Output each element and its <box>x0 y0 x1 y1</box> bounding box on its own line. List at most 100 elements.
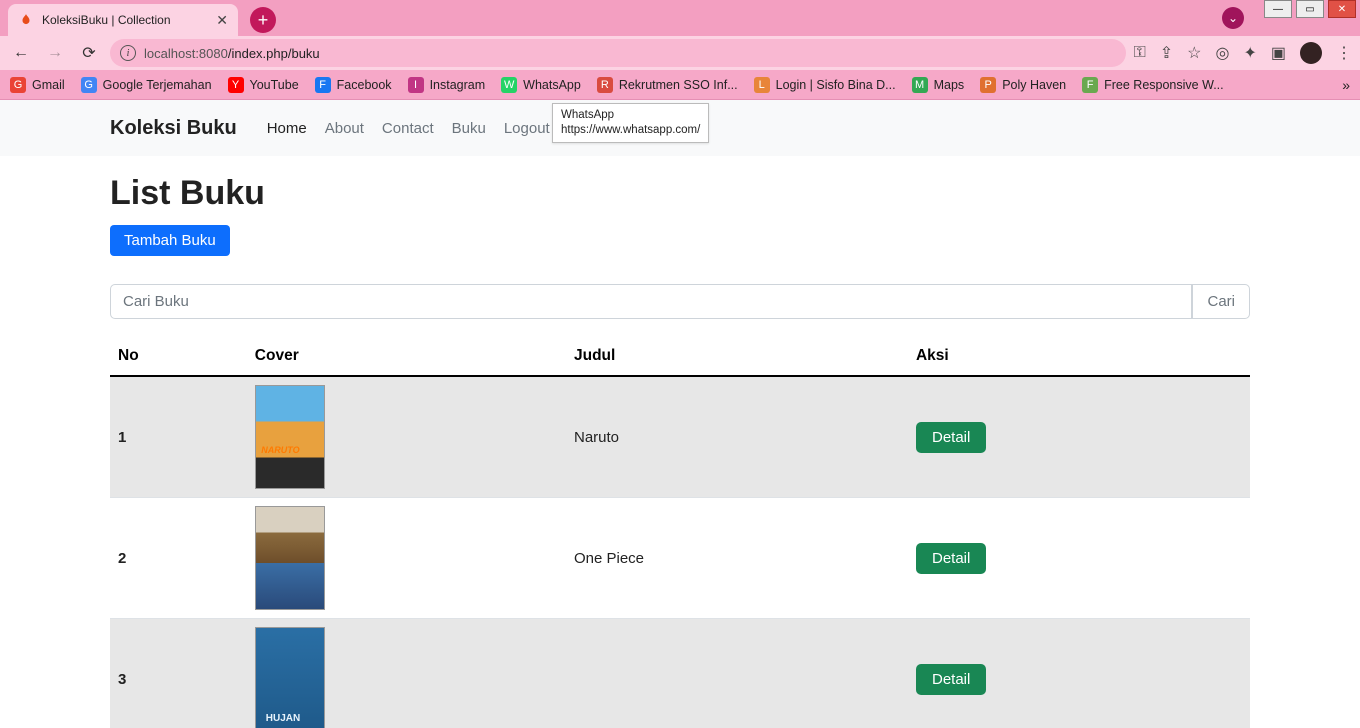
table-row: 1 Naruto Detail <box>110 376 1250 498</box>
tab-close-icon[interactable]: ✕ <box>216 12 228 29</box>
bookmark-label: Poly Haven <box>1002 78 1066 92</box>
detail-button[interactable]: Detail <box>916 543 986 574</box>
bookmark-label: Free Responsive W... <box>1104 78 1224 92</box>
bookmark-item[interactable]: M Maps <box>912 77 965 93</box>
bookmark-label: WhatsApp <box>523 78 581 92</box>
bookmark-icon: F <box>1082 77 1098 93</box>
bookmark-label: Google Terjemahan <box>103 78 212 92</box>
nav-link-home[interactable]: Home <box>267 120 307 137</box>
bookmark-item[interactable]: G Google Terjemahan <box>81 77 212 93</box>
cell-action: Detail <box>908 498 1250 619</box>
bookmark-item[interactable]: W WhatsApp <box>501 77 581 93</box>
bookmark-star-icon[interactable]: ☆ <box>1187 43 1201 63</box>
bookmark-item[interactable]: RRekrutmen SSO Inf... <box>597 77 738 93</box>
bookmark-icon: F <box>315 77 331 93</box>
detail-button[interactable]: Detail <box>916 664 986 695</box>
tab-favicon <box>18 12 34 28</box>
share-icon[interactable]: ⇪ <box>1160 43 1173 63</box>
lens-icon[interactable]: ◎ <box>1216 43 1230 63</box>
bookmark-icon: W <box>501 77 517 93</box>
bookmark-label: Gmail <box>32 78 65 92</box>
browser-tabstrip: KoleksiBuku | Collection ✕ + ⌄ — ▭ ✕ <box>0 0 1360 36</box>
book-cover-image <box>255 385 325 489</box>
bookmark-item[interactable]: L Login | Sisfo Bina D... <box>754 77 896 93</box>
bookmark-item[interactable]: F Facebook <box>315 77 392 93</box>
bookmark-item[interactable]: Y YouTube <box>228 77 299 93</box>
bookmark-icon: G <box>10 77 26 93</box>
search-button[interactable]: Cari <box>1192 284 1250 319</box>
minimize-button[interactable]: — <box>1264 0 1292 18</box>
nav-link-about[interactable]: About <box>325 120 364 137</box>
detail-button[interactable]: Detail <box>916 422 986 453</box>
back-button[interactable]: ← <box>8 40 34 66</box>
reload-button[interactable]: ⟳ <box>76 40 102 66</box>
table-row: 3 Detail <box>110 619 1250 728</box>
tooltip-url: https://www.whatsapp.com/ <box>561 123 700 138</box>
search-input[interactable] <box>110 284 1192 319</box>
page-title: List Buku <box>110 174 1250 213</box>
bookmark-icon: I <box>408 77 424 93</box>
cell-title: One Piece <box>566 498 908 619</box>
url-host: localhost <box>144 46 195 61</box>
bookmark-item[interactable]: G Gmail <box>10 77 65 93</box>
bookmark-item[interactable]: F Free Responsive W... <box>1082 77 1224 93</box>
tooltip-title: WhatsApp <box>561 108 700 123</box>
url-path: /index.php/buku <box>228 46 320 61</box>
bookmark-label: Rekrutmen SSO Inf... <box>619 78 738 92</box>
nav-link-logout[interactable]: Logout <box>504 120 550 137</box>
cell-cover <box>247 619 566 728</box>
bookmark-item[interactable]: P Poly Haven <box>980 77 1066 93</box>
cell-no: 3 <box>110 619 247 728</box>
page-viewport[interactable]: Koleksi Buku HomeAboutContactBukuLogout … <box>0 100 1360 728</box>
cell-cover <box>247 376 566 498</box>
bookmark-label: YouTube <box>250 78 299 92</box>
nav-link-contact[interactable]: Contact <box>382 120 434 137</box>
key-icon[interactable]: ⚿ <box>1134 44 1146 62</box>
column-header: Aksi <box>908 337 1250 376</box>
profile-badge[interactable]: ⌄ <box>1222 7 1244 29</box>
bookmark-label: Maps <box>934 78 965 92</box>
bookmark-icon: P <box>980 77 996 93</box>
new-tab-button[interactable]: + <box>250 7 276 33</box>
bookmarks-bar: G Gmail G Google Terjemahan Y YouTube F Faceboo… <box>0 70 1360 100</box>
forward-button[interactable]: → <box>42 40 68 66</box>
nav-link-buku[interactable]: Buku <box>452 120 486 137</box>
cell-action: Detail <box>908 376 1250 498</box>
column-header: Cover <box>247 337 566 376</box>
hover-tooltip: WhatsApp https://www.whatsapp.com/ <box>552 103 709 143</box>
column-header: Judul <box>566 337 908 376</box>
cell-no: 2 <box>110 498 247 619</box>
site-info-icon[interactable]: i <box>120 45 136 61</box>
browser-tab[interactable]: KoleksiBuku | Collection ✕ <box>8 4 238 36</box>
window-close-button[interactable]: ✕ <box>1328 0 1356 18</box>
window-controls: — ▭ ✕ <box>1264 0 1356 18</box>
extensions-icon[interactable]: ✦ <box>1243 43 1256 63</box>
bookmark-icon: L <box>754 77 770 93</box>
panel-icon[interactable]: ▣ <box>1271 43 1286 63</box>
table-row: 2 One Piece Detail <box>110 498 1250 619</box>
books-table: NoCoverJudulAksi 1 Naruto Detail 2 One Piece… <box>110 337 1250 728</box>
maximize-button[interactable]: ▭ <box>1296 0 1324 18</box>
cell-no: 1 <box>110 376 247 498</box>
add-book-button[interactable]: Tambah Buku <box>110 225 230 256</box>
cell-title: Naruto <box>566 376 908 498</box>
cell-title <box>566 619 908 728</box>
bookmark-icon: M <box>912 77 928 93</box>
bookmark-icon: Y <box>228 77 244 93</box>
bookmark-icon: G <box>81 77 97 93</box>
bookmark-label: Login | Sisfo Bina D... <box>776 78 896 92</box>
book-cover-image <box>255 506 325 610</box>
menu-icon[interactable]: ⋮ <box>1336 43 1352 63</box>
bookmarks-overflow-icon[interactable]: » <box>1342 77 1350 93</box>
cell-cover <box>247 498 566 619</box>
book-cover-image <box>255 627 325 728</box>
bookmark-label: Facebook <box>337 78 392 92</box>
url-port: :8080 <box>195 46 228 61</box>
tab-title: KoleksiBuku | Collection <box>42 13 210 27</box>
avatar-icon[interactable] <box>1300 42 1322 64</box>
browser-toolbar: ← → ⟳ i localhost:8080/index.php/buku ⚿ … <box>0 36 1360 70</box>
column-header: No <box>110 337 247 376</box>
address-bar[interactable]: i localhost:8080/index.php/buku <box>110 39 1126 67</box>
brand-title[interactable]: Koleksi Buku <box>110 117 237 140</box>
bookmark-item[interactable]: IInstagram <box>408 77 486 93</box>
